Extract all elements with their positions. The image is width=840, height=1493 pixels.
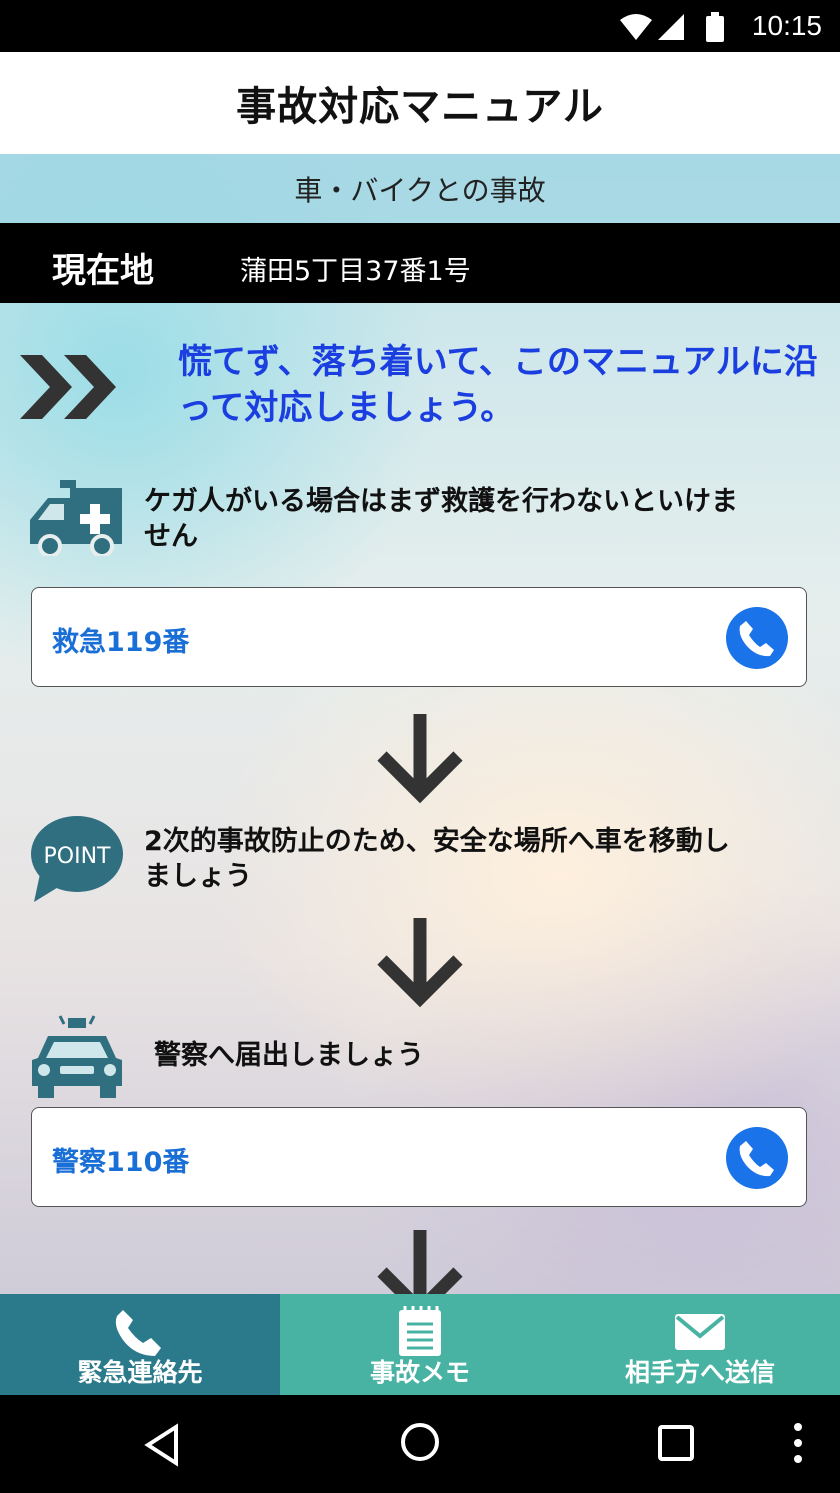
phone-icon[interactable] — [726, 1127, 788, 1189]
system-nav-bar — [0, 1395, 840, 1493]
mail-icon — [675, 1314, 725, 1350]
call-ambulance-button[interactable]: 救急119番 — [31, 587, 807, 687]
intro-message: 慌てず、落ち着いて、このマニュアルに沿って対応しましょう。 — [20, 339, 830, 429]
location-label: 現在地 — [52, 251, 154, 291]
point-label: POINT — [44, 844, 112, 869]
main-content[interactable]: 車・バイクとの事故 現在地 蒲田5丁目37番1号 慌てず、落ち着いて、このマニュ… — [0, 154, 840, 1294]
step-police-text: 警察へ届出しましょう — [154, 1040, 424, 1071]
memo-icon — [399, 1306, 441, 1356]
step-move-car: POINT 2次的事故防止のため、安全な場所へ車を移動しましょう — [30, 814, 810, 904]
battery-icon — [706, 16, 724, 42]
phone-icon[interactable] — [726, 607, 788, 669]
home-icon[interactable] — [398, 1420, 442, 1464]
location-bar: 現在地 蒲田5丁目37番1号 — [0, 223, 840, 303]
down-arrow-icon — [377, 714, 463, 804]
call-police-label: 警察110番 — [52, 1147, 190, 1178]
nav-emergency-contacts[interactable]: 緊急連絡先 — [0, 1294, 280, 1395]
category-header: 車・バイクとの事故 — [0, 154, 840, 223]
down-arrow-icon — [377, 918, 463, 1008]
phone-icon — [115, 1310, 161, 1356]
intro-text: 慌てず、落ち着いて、このマニュアルに沿って対応しましょう。 — [178, 342, 818, 428]
bottom-nav: 緊急連絡先 事故メモ 相手方へ送信 — [0, 1294, 840, 1395]
nav-memo-label: 事故メモ — [369, 1358, 470, 1387]
back-icon[interactable] — [140, 1423, 184, 1467]
app-bar: 事故対応マニュアル — [0, 52, 840, 154]
step-injury: ケガ人がいる場合はまず救護を行わないといけません — [30, 480, 810, 560]
more-options-icon[interactable] — [790, 1421, 806, 1465]
category-label: 車・バイクとの事故 — [294, 173, 546, 207]
status-bar: 10:15 — [0, 0, 840, 52]
police-car-icon — [32, 1015, 122, 1098]
point-icon: POINT — [31, 816, 123, 902]
step-injury-text: ケガ人がいる場合はまず救護を行わないといけません — [144, 486, 738, 552]
status-time: 10:15 — [751, 10, 822, 41]
ambulance-icon — [30, 480, 122, 556]
call-ambulance-label: 救急119番 — [52, 627, 190, 658]
step-police-report: 警察へ届出しましょう — [30, 1014, 810, 1100]
call-police-button[interactable]: 警察110番 — [31, 1107, 807, 1207]
page-title: 事故対応マニュアル — [236, 84, 604, 130]
status-icons — [618, 12, 728, 46]
recents-icon[interactable] — [656, 1423, 696, 1463]
step-move-car-text: 2次的事故防止のため、安全な場所へ車を移動しましょう — [144, 826, 730, 892]
nav-accident-memo[interactable]: 事故メモ — [280, 1294, 560, 1395]
location-address: 蒲田5丁目37番1号 — [240, 256, 471, 287]
wifi-icon — [620, 14, 652, 40]
double-chevron-icon — [20, 355, 116, 419]
nav-send-to-other-party[interactable]: 相手方へ送信 — [560, 1294, 840, 1395]
signal-icon — [658, 14, 684, 40]
nav-emergency-label: 緊急連絡先 — [77, 1358, 203, 1387]
nav-send-label: 相手方へ送信 — [624, 1358, 775, 1387]
down-arrow-icon — [377, 1230, 463, 1294]
